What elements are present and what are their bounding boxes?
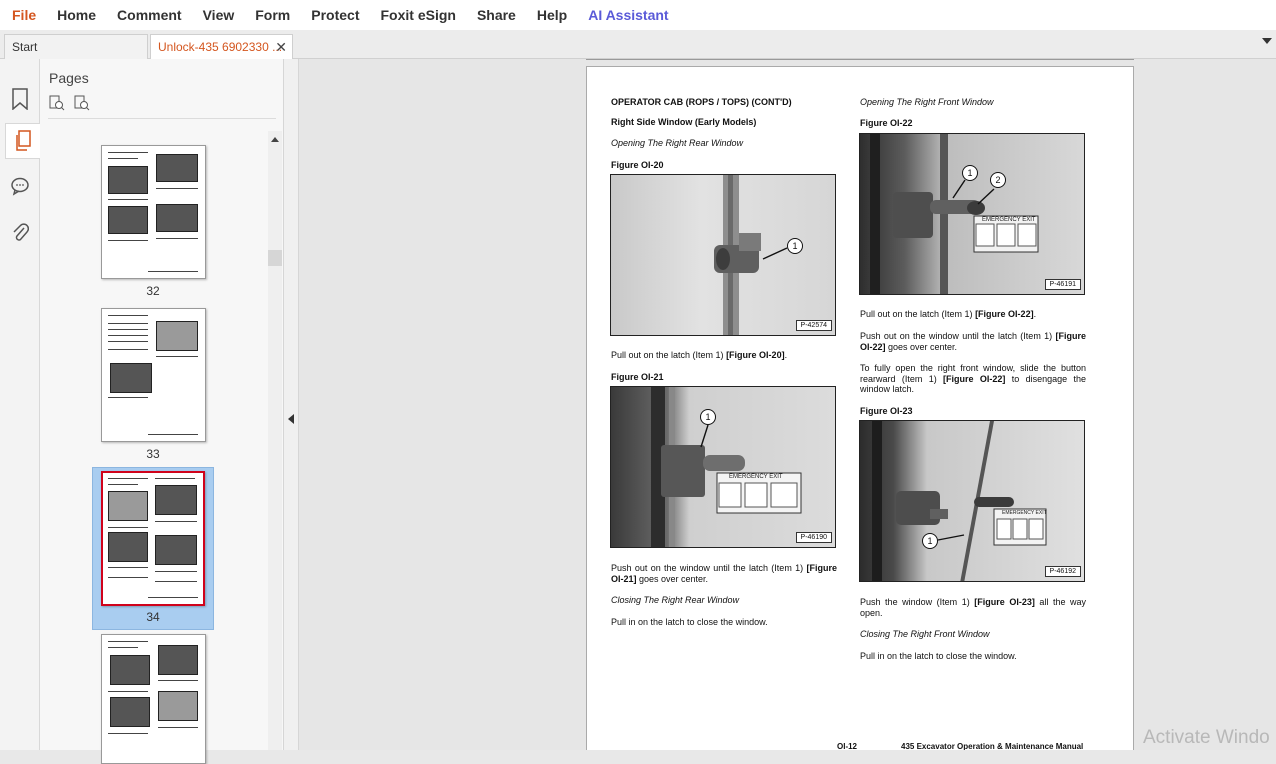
callout-1: 1 bbox=[700, 409, 716, 425]
collapse-arrow-icon[interactable] bbox=[288, 414, 294, 424]
menu-form[interactable]: Form bbox=[255, 7, 290, 23]
menu-view[interactable]: View bbox=[203, 7, 235, 23]
figure-code: P-46191 bbox=[1044, 279, 1081, 290]
panel-collapse-bar[interactable] bbox=[283, 59, 299, 750]
instruction-text: Pull in on the latch to close the window… bbox=[860, 651, 1017, 661]
page-footer-number: OI-12 bbox=[837, 742, 858, 750]
activation-watermark: Activate Windo bbox=[1143, 727, 1270, 748]
callout-1: 1 bbox=[922, 533, 938, 549]
instruction-text: Push out on the window until the latch (… bbox=[611, 563, 837, 584]
thumbnail-number: 34 bbox=[146, 610, 160, 624]
page-footer-title: 435 Excavator Operation & Maintenance Ma… bbox=[901, 742, 1084, 750]
page-thumbnail-32[interactable] bbox=[101, 145, 206, 279]
figure-label: Figure OI-20 bbox=[611, 160, 664, 170]
procedure-title: Closing The Right Rear Window bbox=[611, 595, 739, 605]
scroll-up-icon[interactable] bbox=[271, 137, 279, 142]
figure-oi-20: 1 P-42574 bbox=[610, 174, 836, 336]
pdf-page: OPERATOR CAB (ROPS / TOPS) (CONT'D) Righ… bbox=[586, 66, 1134, 750]
figure-oi-23: EMERGENCY EXIT 1 P-46192 bbox=[859, 420, 1085, 582]
panel-scrollbar[interactable] bbox=[268, 131, 282, 750]
subsection-heading: Right Side Window (Early Models) bbox=[611, 117, 757, 127]
instruction-text: Push the window (Item 1) [Figure OI-23] … bbox=[860, 597, 1087, 618]
menu-help[interactable]: Help bbox=[537, 7, 567, 23]
tab-bar: Start Unlock-435 6902330 ... ✕ bbox=[0, 30, 1276, 59]
menu-ai-assistant[interactable]: AI Assistant bbox=[588, 7, 668, 23]
section-heading: OPERATOR CAB (ROPS / TOPS) (CONT'D) bbox=[611, 97, 792, 107]
document-view[interactable]: OPERATOR CAB (ROPS / TOPS) (CONT'D) Righ… bbox=[299, 59, 1276, 750]
figure-oi-22: EMERGENCY EXIT 1 2 P-46191 bbox=[859, 133, 1085, 295]
callout-2: 2 bbox=[990, 172, 1006, 188]
callout-1: 1 bbox=[787, 238, 803, 254]
previous-page-edge bbox=[586, 59, 1134, 60]
figure-label: Figure OI-21 bbox=[611, 372, 664, 382]
close-icon[interactable]: ✕ bbox=[275, 39, 287, 56]
procedure-title: Opening The Right Front Window bbox=[860, 97, 994, 107]
thumbnail-number: 32 bbox=[146, 284, 160, 298]
menu-bar: File Home Comment View Form Protect Foxi… bbox=[0, 0, 1276, 30]
tab-start[interactable]: Start bbox=[4, 34, 148, 59]
figure-code: P-46192 bbox=[1044, 566, 1081, 577]
pages-icon[interactable] bbox=[5, 123, 40, 159]
figure-code: P-42574 bbox=[795, 320, 832, 331]
page-thumbnail-34[interactable] bbox=[101, 471, 205, 606]
figure-label: Figure OI-22 bbox=[860, 118, 913, 128]
emergency-exit-label: EMERGENCY EXIT bbox=[1002, 510, 1047, 516]
procedure-title: Opening The Right Rear Window bbox=[611, 138, 743, 148]
emergency-exit-label: EMERGENCY EXIT bbox=[982, 217, 1036, 223]
comment-icon[interactable] bbox=[4, 168, 36, 204]
emergency-exit-label: EMERGENCY EXIT bbox=[729, 474, 783, 480]
side-rail bbox=[0, 59, 40, 750]
page-zoom-out-icon[interactable] bbox=[49, 95, 65, 111]
figure-code: P-46190 bbox=[795, 532, 832, 543]
menu-file[interactable]: File bbox=[12, 7, 36, 23]
menu-protect[interactable]: Protect bbox=[311, 7, 359, 23]
page-zoom-in-icon[interactable] bbox=[74, 95, 90, 111]
panel-title: Pages bbox=[49, 70, 89, 86]
page-thumbnail-33[interactable] bbox=[101, 308, 206, 442]
menu-home[interactable]: Home bbox=[57, 7, 96, 23]
tab-document-label: Unlock-435 6902330 ... bbox=[158, 40, 283, 54]
instruction-text: To fully open the right front window, sl… bbox=[860, 363, 1086, 394]
thumbnail-number: 33 bbox=[146, 447, 160, 461]
tab-document[interactable]: Unlock-435 6902330 ... ✕ bbox=[150, 34, 293, 59]
pages-panel: Pages 32 33 34 bbox=[40, 59, 283, 764]
divider bbox=[48, 118, 276, 119]
menu-foxit-esign[interactable]: Foxit eSign bbox=[380, 7, 455, 23]
instruction-text: Pull in on the latch to close the window… bbox=[611, 617, 768, 627]
instruction-text: Pull out on the latch (Item 1) [Figure O… bbox=[860, 309, 1037, 319]
bookmark-icon[interactable] bbox=[4, 81, 36, 117]
page-thumbnail-35[interactable] bbox=[101, 634, 206, 764]
menu-share[interactable]: Share bbox=[477, 7, 516, 23]
tab-start-label: Start bbox=[12, 40, 38, 54]
instruction-text: Push out on the window until the latch (… bbox=[860, 331, 1086, 352]
figure-oi-21: EMERGENCY EXIT 1 P-46190 bbox=[610, 386, 836, 548]
attachment-icon[interactable] bbox=[4, 215, 36, 251]
figure-label: Figure OI-23 bbox=[860, 406, 913, 416]
callout-1: 1 bbox=[962, 165, 978, 181]
procedure-title: Closing The Right Front Window bbox=[860, 629, 990, 639]
chevron-down-icon[interactable] bbox=[1262, 38, 1272, 44]
instruction-text: Pull out on the latch (Item 1) [Figure O… bbox=[611, 350, 788, 360]
scrollbar-thumb[interactable] bbox=[268, 250, 282, 266]
menu-comment[interactable]: Comment bbox=[117, 7, 182, 23]
